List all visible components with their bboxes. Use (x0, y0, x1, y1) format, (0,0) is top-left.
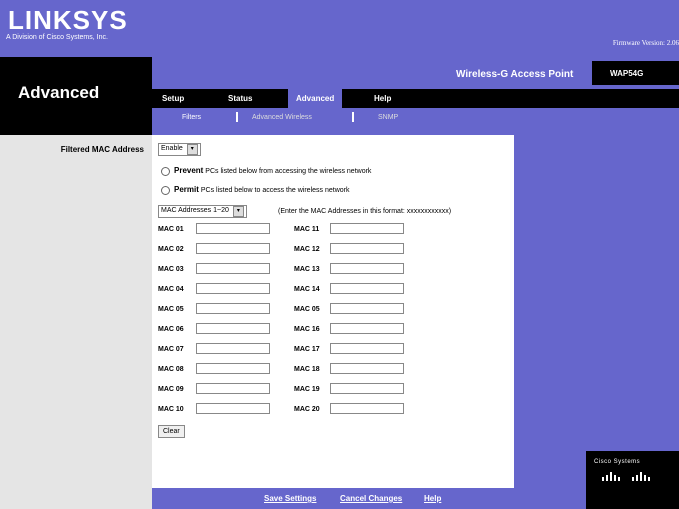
mac-range-value: MAC Addresses 1~20 (161, 207, 229, 214)
permit-radio[interactable] (161, 186, 170, 195)
permit-rest: PCs listed below to access the wireless … (198, 187, 350, 194)
mac-input[interactable] (330, 243, 404, 254)
mac-input[interactable] (330, 323, 404, 334)
cisco-bridge-icon (602, 472, 650, 481)
mac-input[interactable] (196, 383, 270, 394)
mac-input[interactable] (330, 403, 404, 414)
cancel-changes-button[interactable]: Cancel Changes (340, 494, 402, 503)
chevron-down-icon: ▾ (186, 144, 198, 155)
subtab-separator (236, 112, 238, 122)
mac-label: MAC 12 (294, 246, 320, 253)
mac-label: MAC 07 (158, 346, 184, 353)
mac-label: MAC 19 (294, 386, 320, 393)
mac-input[interactable] (196, 243, 270, 254)
logo-subtitle: A Division of Cisco Systems, Inc. (6, 34, 108, 41)
mac-input[interactable] (330, 343, 404, 354)
prevent-label: Prevent PCs listed below from accessing … (174, 166, 371, 175)
mac-input[interactable] (196, 363, 270, 374)
prevent-bold: Prevent (174, 166, 204, 175)
mac-label: MAC 14 (294, 286, 320, 293)
mac-label: MAC 03 (158, 266, 184, 273)
cisco-logo-block: Cisco Systems (586, 451, 679, 509)
permit-bold: Permit (174, 185, 199, 194)
mac-label: MAC 05 (158, 306, 184, 313)
mac-label: MAC 16 (294, 326, 320, 333)
mac-label: MAC 09 (158, 386, 184, 393)
model-box: WAP54G (592, 61, 679, 85)
bottom-action-bar: Save Settings Cancel Changes Help (152, 488, 514, 509)
clear-button[interactable]: Clear (158, 425, 185, 438)
subtab-snmp[interactable]: SNMP (378, 114, 398, 121)
filter-enable-select[interactable]: Enable ▾ (158, 143, 201, 156)
mac-label: MAC 20 (294, 406, 320, 413)
mac-label: MAC 04 (158, 286, 184, 293)
tab-advanced[interactable]: Advanced (288, 89, 343, 108)
help-button[interactable]: Help (424, 494, 441, 503)
linksys-logo: LINKSYS (8, 5, 128, 35)
mac-input[interactable] (196, 343, 270, 354)
subtab-advanced-wireless[interactable]: Advanced Wireless (252, 114, 312, 121)
mac-input[interactable] (196, 403, 270, 414)
header-bar: LINKSYS A Division of Cisco Systems, Inc… (0, 0, 679, 57)
mac-label: MAC 18 (294, 366, 320, 373)
mac-input[interactable] (196, 303, 270, 314)
mac-input[interactable] (196, 323, 270, 334)
cisco-logo-text: Cisco Systems (594, 459, 641, 465)
product-name: Wireless-G Access Point (456, 69, 574, 80)
section-title: Advanced (18, 83, 100, 102)
mac-label: MAC 13 (294, 266, 320, 273)
mac-input[interactable] (330, 303, 404, 314)
tab-setup[interactable]: Setup (162, 94, 184, 103)
main-tabs: Setup Status Advanced Help (152, 89, 679, 108)
filter-enable-value: Enable (161, 145, 183, 152)
sub-tabs: Filters Advanced Wireless SNMP (152, 108, 679, 135)
left-label-column: Filtered MAC Address (0, 135, 152, 509)
mac-input[interactable] (330, 283, 404, 294)
subtab-filters[interactable]: Filters (182, 114, 201, 121)
mac-input[interactable] (330, 363, 404, 374)
subtab-separator (352, 112, 354, 122)
mac-label: MAC 11 (294, 226, 320, 233)
mac-format-hint: (Enter the MAC Addresses in this format:… (278, 208, 452, 215)
content-panel: Enable ▾ Prevent PCs listed below from ac… (152, 135, 514, 488)
mac-input[interactable] (196, 283, 270, 294)
mac-input[interactable] (330, 383, 404, 394)
mac-label: MAC 17 (294, 346, 320, 353)
permit-label: Permit PCs listed below to access the wi… (174, 185, 349, 194)
mac-label: MAC 02 (158, 246, 184, 253)
prevent-radio[interactable] (161, 167, 170, 176)
tab-help[interactable]: Help (374, 94, 391, 103)
chevron-down-icon: ▾ (232, 206, 244, 217)
mac-label: MAC 08 (158, 366, 184, 373)
mac-input[interactable] (330, 263, 404, 274)
mac-label: MAC 10 (158, 406, 184, 413)
section-title-block: Advanced (0, 57, 152, 135)
firmware-version: Firmware Version: 2.06 (612, 39, 679, 47)
filtered-mac-label: Filtered MAC Address (60, 145, 144, 154)
product-bar: Wireless-G Access Point WAP54G (152, 57, 679, 89)
save-settings-button[interactable]: Save Settings (264, 494, 316, 503)
mac-range-select[interactable]: MAC Addresses 1~20 ▾ (158, 205, 247, 218)
tab-status[interactable]: Status (228, 94, 252, 103)
mac-input[interactable] (196, 223, 270, 234)
mac-input[interactable] (330, 223, 404, 234)
model-number: WAP54G (610, 69, 644, 78)
mac-label: MAC 05 (294, 306, 320, 313)
mac-label: MAC 06 (158, 326, 184, 333)
mac-input[interactable] (196, 263, 270, 274)
mac-label: MAC 01 (158, 226, 184, 233)
prevent-rest: PCs listed below from accessing the wire… (203, 168, 372, 175)
